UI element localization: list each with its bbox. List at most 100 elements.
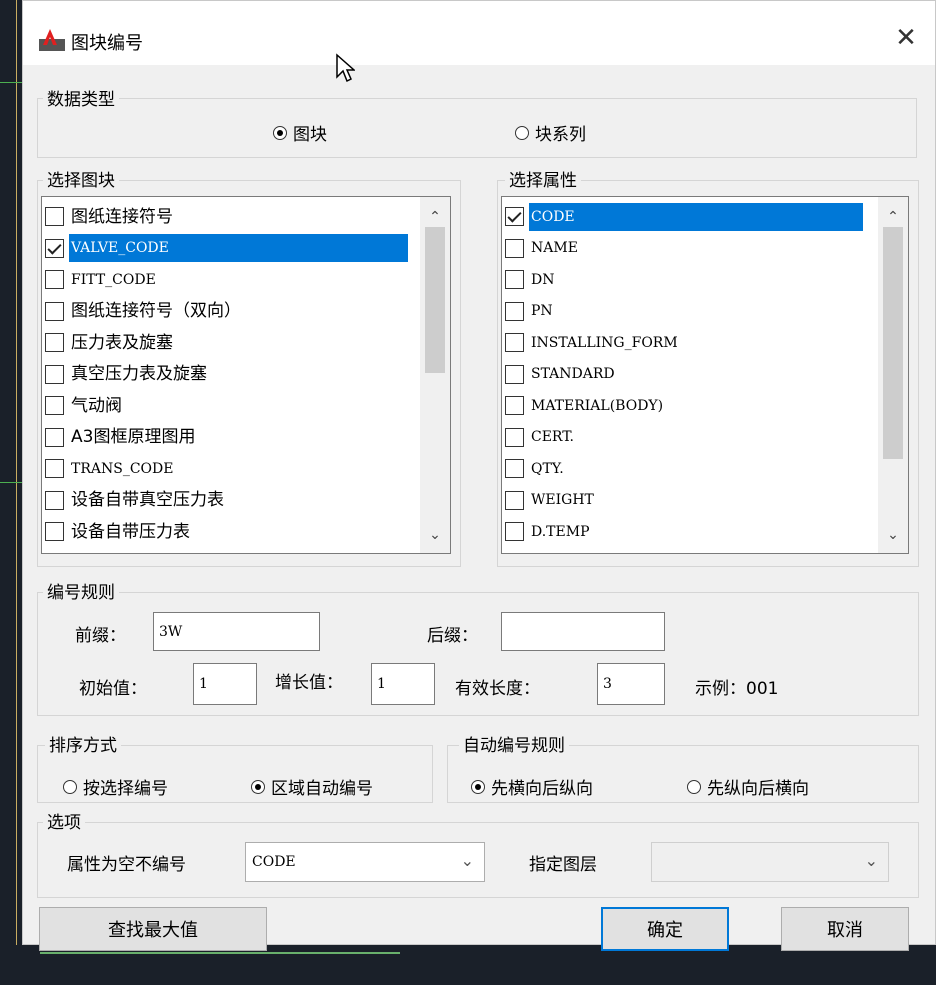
list-item-label: QTY. — [531, 460, 564, 477]
checkbox[interactable] — [45, 301, 64, 321]
list-item[interactable]: 设备自带真空压力表 — [45, 485, 226, 516]
list-item[interactable]: 设备自带压力表 — [45, 516, 192, 547]
empty-attr-select[interactable]: CODE ⌄ — [245, 842, 485, 882]
checkbox[interactable] — [45, 427, 64, 447]
list-item[interactable]: WEIGHT — [505, 485, 596, 516]
checkbox[interactable] — [505, 270, 524, 289]
cancel-button[interactable]: 取消 — [781, 907, 909, 951]
checkbox[interactable] — [505, 301, 524, 321]
radio-vertical-first[interactable]: 先纵向后横向 — [687, 774, 809, 799]
checkbox[interactable] — [45, 490, 64, 510]
radio-horizontal-first[interactable]: 先横向后纵向 — [471, 774, 593, 799]
scroll-down-icon[interactable]: ⌄ — [420, 521, 450, 549]
cad-line — [0, 82, 22, 83]
list-item[interactable]: VALVE_CODE — [45, 233, 408, 264]
chevron-down-icon[interactable]: ⌄ — [865, 851, 878, 870]
checkbox[interactable] — [45, 364, 64, 384]
radio-dot[interactable] — [687, 779, 701, 794]
radio-dot[interactable] — [273, 125, 287, 140]
block-listbox[interactable]: ⌃ ⌄ 图纸连接符号 VALVE_CODE FITT_CODE 图纸连接符号（双向） 压… — [41, 196, 451, 554]
list-item-label: 真空压力表及旋塞 — [71, 364, 207, 384]
radio-dot[interactable] — [515, 125, 529, 140]
checkbox[interactable] — [505, 427, 524, 447]
checkbox[interactable] — [45, 396, 64, 415]
start-value-input[interactable]: 1 — [193, 663, 257, 705]
checkbox[interactable] — [505, 459, 524, 478]
ok-button[interactable]: 确定 — [601, 907, 729, 951]
checkbox[interactable] — [45, 333, 64, 352]
title-bar[interactable]: 图块编号 ✕ — [23, 1, 935, 65]
list-item[interactable]: D.TEMP — [505, 516, 592, 547]
checkbox[interactable] — [505, 396, 524, 415]
list-item[interactable]: 压力表及旋塞 — [45, 327, 175, 358]
checkbox[interactable] — [45, 522, 64, 541]
scroll-thumb[interactable] — [425, 227, 445, 373]
checkbox[interactable] — [45, 459, 64, 478]
list-item-label: TRANS_CODE — [71, 460, 174, 477]
scrollbar[interactable]: ⌃ ⌄ — [878, 197, 908, 553]
checkbox[interactable] — [505, 238, 524, 258]
list-item-label: DN — [531, 271, 555, 288]
list-item-label: CERT. — [531, 429, 574, 445]
list-item[interactable]: NAME — [505, 233, 580, 264]
checkbox[interactable] — [505, 333, 524, 352]
list-item[interactable]: 图纸连接符号 — [45, 201, 175, 232]
radio-block[interactable]: 图块 — [273, 120, 327, 145]
attribute-listbox[interactable]: ⌃ ⌄ CODE NAME DN PN INSTALLING_FORM STANDARD M… — [501, 196, 909, 554]
suffix-input[interactable] — [501, 612, 665, 651]
list-item[interactable]: MATERIAL(BODY) — [505, 390, 665, 421]
list-item[interactable]: 真空压力表及旋塞 — [45, 359, 209, 390]
list-item[interactable]: FITT_CODE — [45, 264, 158, 295]
list-item[interactable]: CERT. — [505, 422, 576, 453]
find-max-button[interactable]: 查找最大值 — [39, 907, 267, 951]
close-icon[interactable]: ✕ — [891, 23, 921, 53]
radio-label: 块系列 — [535, 125, 586, 145]
checkbox[interactable] — [505, 364, 524, 384]
length-label: 有效长度： — [455, 679, 540, 699]
list-item[interactable]: TRANS_CODE — [45, 453, 175, 484]
radio-dot[interactable] — [63, 779, 77, 794]
list-item-label: FITT_CODE — [71, 271, 156, 288]
checkbox[interactable] — [45, 270, 64, 289]
list-item[interactable]: A3图框原理图用 — [45, 422, 197, 453]
suffix-label: 后缀： — [427, 626, 478, 646]
list-item[interactable]: 气动阀 — [45, 390, 124, 421]
radio-block-series[interactable]: 块系列 — [515, 120, 586, 145]
checkbox[interactable] — [505, 490, 524, 510]
length-input[interactable]: 3 — [597, 663, 665, 705]
checkbox[interactable] — [45, 207, 64, 226]
chevron-down-icon[interactable]: ⌄ — [461, 851, 474, 870]
empty-attr-label: 属性为空不编号 — [67, 855, 186, 875]
radio-label: 区域自动编号 — [271, 779, 373, 799]
list-item-label: 图纸连接符号（双向） — [71, 301, 241, 321]
list-item[interactable]: QTY. — [505, 453, 566, 484]
list-item[interactable]: 图纸连接符号（双向） — [45, 296, 243, 327]
radio-dot[interactable] — [251, 779, 265, 794]
list-item-label: PN — [531, 303, 553, 319]
scroll-down-icon[interactable]: ⌄ — [878, 521, 908, 549]
scrollbar[interactable]: ⌃ ⌄ — [420, 197, 450, 553]
list-item[interactable]: PN — [505, 296, 555, 327]
list-item[interactable]: INSTALLING_FORM — [505, 327, 680, 358]
list-item[interactable]: CODE — [505, 201, 863, 232]
scroll-thumb[interactable] — [883, 227, 903, 459]
step-value-label: 增长值： — [275, 673, 343, 693]
checkbox[interactable] — [505, 207, 524, 226]
radio-manual-order[interactable]: 按选择编号 — [63, 774, 168, 799]
auto-rule-label: 自动编号规则 — [459, 731, 569, 756]
list-item-label: 气动阀 — [71, 395, 122, 416]
layer-select[interactable]: ⌄ — [651, 842, 889, 882]
prefix-input[interactable]: 3W — [153, 612, 320, 651]
list-item-label: CODE — [529, 202, 863, 231]
checkbox[interactable] — [45, 238, 64, 258]
checkbox[interactable] — [505, 522, 524, 541]
step-value-input[interactable]: 1 — [371, 663, 435, 705]
data-type-group — [37, 98, 917, 158]
radio-dot[interactable] — [471, 779, 485, 794]
cad-canvas-background — [0, 0, 22, 985]
list-item[interactable]: DN — [505, 264, 556, 295]
list-item[interactable]: STANDARD — [505, 359, 617, 390]
start-value-label: 初始值： — [79, 679, 147, 699]
list-item-label: 设备自带真空压力表 — [71, 490, 224, 510]
radio-area-auto[interactable]: 区域自动编号 — [251, 774, 373, 799]
